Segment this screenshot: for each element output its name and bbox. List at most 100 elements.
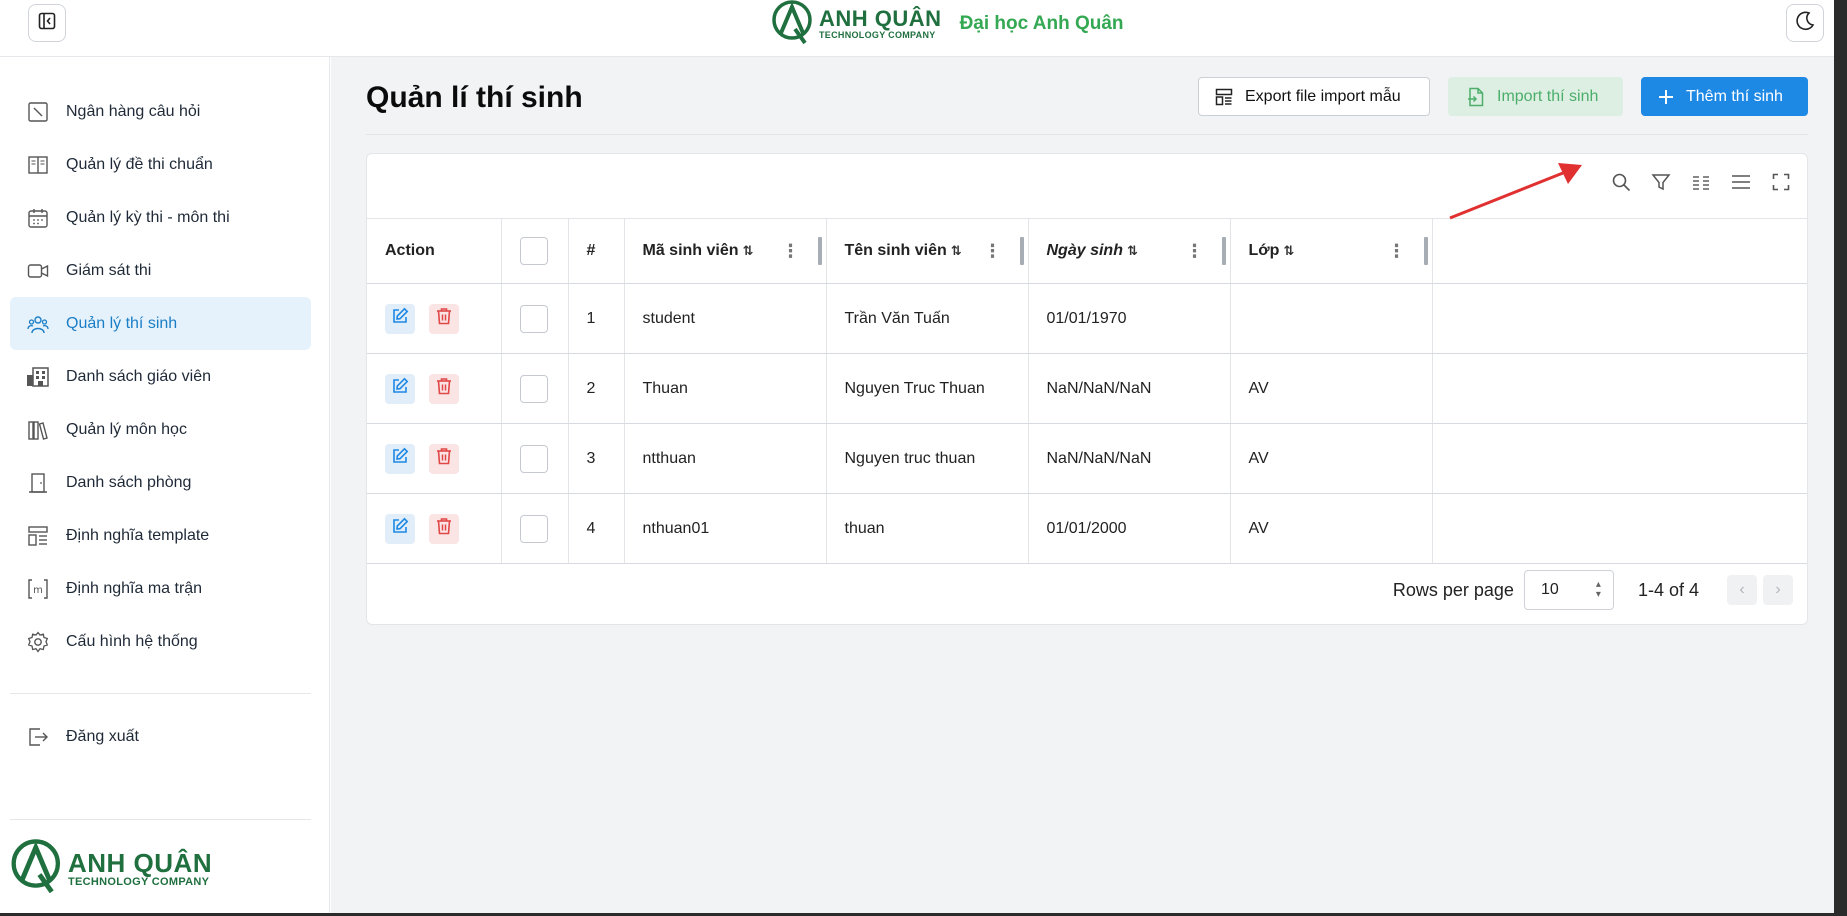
select-all-checkbox[interactable] — [519, 237, 548, 265]
door-icon — [26, 471, 50, 495]
sidebar-item-question-bank[interactable]: Ngân hàng câu hỏi — [10, 85, 311, 138]
export-template-button[interactable]: Export file import mẫu — [1198, 77, 1430, 116]
row-index: 3 — [568, 423, 625, 494]
sidebar: Ngân hàng câu hỏi Quản lý đề thi chuẩn Q… — [0, 57, 330, 913]
column-header-student-code[interactable]: Mã sinh viên ⇅ ⋮ — [624, 218, 827, 284]
student-class — [1230, 283, 1433, 354]
trash-icon — [435, 517, 453, 540]
sidebar-item-label: Quản lý môn học — [66, 420, 187, 438]
column-menu-icon[interactable]: ⋮ — [1388, 242, 1406, 260]
column-resize-handle[interactable] — [1423, 237, 1428, 265]
sidebar-collapse-icon — [38, 12, 56, 35]
delete-button[interactable] — [429, 373, 459, 404]
column-menu-icon[interactable]: ⋮ — [782, 242, 800, 260]
sidebar-item-templates[interactable]: Định nghĩa template — [10, 509, 311, 562]
sidebar-item-label: Danh sách phòng — [66, 473, 192, 491]
annotation-arrow — [1449, 163, 1582, 220]
export-button-label: Export file import mẫu — [1245, 87, 1401, 105]
sort-icon[interactable]: ⇅ — [743, 243, 754, 259]
row-select-cell — [501, 283, 569, 354]
table-header-row: Action # Mã sinh viên ⇅ ⋮ Tên sinh viên ⇅ ⋮ … — [367, 218, 1807, 284]
sidebar-item-settings[interactable]: Cấu hình hệ thống — [10, 615, 311, 668]
student-name: Nguyen truc thuan — [826, 423, 1029, 494]
sidebar-item-teachers[interactable]: Danh sách giáo viên — [10, 350, 311, 403]
prev-page-button[interactable]: ‹ — [1727, 575, 1757, 605]
add-candidate-button[interactable]: Thêm thí sinh — [1641, 77, 1808, 116]
sidebar-item-label: Danh sách giáo viên — [66, 367, 211, 385]
brand-subtitle: TECHNOLOGY COMPANY — [819, 30, 936, 40]
sidebar-item-candidates[interactable]: Quản lý thí sinh — [10, 297, 311, 350]
theme-toggle-button[interactable] — [1786, 4, 1824, 42]
student-class: AV — [1230, 493, 1433, 564]
row-actions — [367, 493, 502, 564]
logout-section: Đăng xuất — [10, 710, 311, 763]
rows-per-page-label: Rows per page — [1392, 579, 1514, 600]
delete-button[interactable] — [429, 303, 459, 334]
column-resize-handle[interactable] — [1221, 237, 1226, 265]
column-menu-icon[interactable]: ⋮ — [1186, 242, 1204, 260]
plus-icon — [1658, 89, 1674, 105]
header-brand[interactable]: ANH QUÂN TECHNOLOGY COMPANY Đại học Anh … — [771, 0, 1124, 48]
column-menu-icon[interactable]: ⋮ — [984, 242, 1002, 260]
sidebar-item-label: Ngân hàng câu hỏi — [66, 102, 201, 120]
row-select-cell — [501, 423, 569, 494]
columns-icon[interactable] — [1687, 168, 1715, 196]
sort-icon[interactable]: ⇅ — [1127, 243, 1138, 259]
column-resize-handle[interactable] — [817, 237, 822, 265]
filter-icon[interactable] — [1647, 168, 1675, 196]
column-header-student-name[interactable]: Tên sinh viên ⇅ ⋮ — [826, 218, 1029, 284]
row-checkbox[interactable] — [519, 304, 548, 333]
gear-icon — [26, 630, 50, 654]
density-icon[interactable] — [1727, 168, 1755, 196]
row-checkbox[interactable] — [519, 444, 548, 473]
edit-button[interactable] — [385, 373, 415, 404]
sort-icon[interactable]: ⇅ — [951, 243, 962, 259]
building-icon — [26, 365, 50, 389]
edit-icon — [391, 377, 409, 400]
sidebar-item-exam-terms[interactable]: Quản lý kỳ thi - môn thi — [10, 191, 311, 244]
student-dob: NaN/NaN/NaN — [1028, 353, 1231, 424]
next-page-button[interactable]: › — [1763, 575, 1793, 605]
fullscreen-icon[interactable] — [1767, 168, 1795, 196]
row-checkbox[interactable] — [519, 374, 548, 403]
candidates-table-card: Action # Mã sinh viên ⇅ ⋮ Tên sinh viên ⇅ ⋮ … — [366, 153, 1808, 625]
edit-button[interactable] — [385, 443, 415, 474]
sidebar-logo: ANH QUÂN TECHNOLOGY COMPANY — [10, 837, 212, 900]
student-name: Nguyen Truc Thuan — [826, 353, 1029, 424]
search-icon[interactable] — [1607, 168, 1635, 196]
book-icon — [26, 153, 50, 177]
sidebar-item-rooms[interactable]: Danh sách phòng — [10, 456, 311, 509]
moon-icon — [1794, 10, 1816, 37]
sidebar-item-proctoring[interactable]: Giám sát thi — [10, 244, 311, 297]
table-row: 2 Thuan Nguyen Truc Thuan NaN/NaN/NaN AV — [367, 353, 1807, 424]
page-title: Quản lí thí sinh — [366, 81, 583, 114]
row-checkbox[interactable] — [519, 514, 548, 543]
column-header-dob[interactable]: Ngày sinh ⇅ ⋮ — [1028, 218, 1231, 284]
sidebar-item-label: Định nghĩa template — [66, 526, 210, 544]
brand-logo-icon — [771, 0, 815, 50]
sort-icon[interactable]: ⇅ — [1283, 243, 1294, 259]
import-candidates-button[interactable]: Import thí sinh — [1448, 77, 1623, 116]
sidebar-toggle-button[interactable] — [28, 4, 66, 42]
student-dob: NaN/NaN/NaN — [1028, 423, 1231, 494]
delete-button[interactable] — [429, 513, 459, 544]
delete-button[interactable] — [429, 443, 459, 474]
rows-per-page-select[interactable]: 10 ▴ ▾ — [1523, 570, 1614, 610]
sidebar-item-standard-exams[interactable]: Quản lý đề thi chuẩn — [10, 138, 311, 191]
sidebar-item-subjects[interactable]: Quản lý môn học — [10, 403, 311, 456]
top-header: ANH QUÂN TECHNOLOGY COMPANY Đại học Anh … — [0, 0, 1834, 57]
column-header-class[interactable]: Lớp ⇅ ⋮ — [1230, 218, 1433, 284]
column-resize-handle[interactable] — [1019, 237, 1024, 265]
template-icon — [26, 524, 50, 548]
brand-name: ANH QUÂN — [68, 847, 213, 878]
edit-button[interactable] — [385, 303, 415, 334]
trash-icon — [435, 447, 453, 470]
edit-button[interactable] — [385, 513, 415, 544]
svg-text:m: m — [33, 585, 43, 596]
sidebar-item-matrix[interactable]: m Định nghĩa ma trận — [10, 562, 311, 615]
logout-button[interactable]: Đăng xuất — [10, 710, 311, 763]
sidebar-item-label: Quản lý thí sinh — [66, 314, 178, 332]
add-button-label: Thêm thí sinh — [1686, 87, 1783, 105]
row-index: 2 — [568, 353, 625, 424]
filler-cell — [1432, 353, 1807, 424]
